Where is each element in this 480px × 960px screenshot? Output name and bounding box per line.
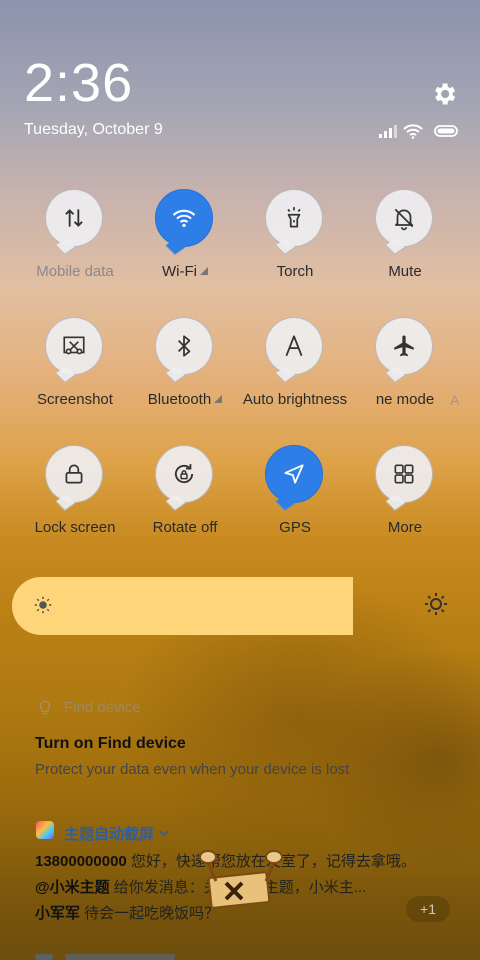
next-notification-peek — [35, 946, 195, 960]
signal-icon — [379, 125, 397, 138]
tile-torch[interactable]: Torch — [240, 189, 350, 305]
mute-button[interactable] — [375, 189, 433, 247]
date-label: Tuesday, October 9 — [24, 121, 163, 138]
bluetooth-button[interactable] — [155, 317, 213, 375]
airplane-icon — [394, 335, 414, 357]
rotate-lock-icon — [174, 464, 194, 484]
lock-screen-button[interactable] — [45, 445, 103, 503]
notification-title[interactable]: Turn on Find device — [35, 735, 186, 753]
brightness-slider[interactable] — [12, 577, 353, 635]
scissors-icon — [63, 336, 85, 355]
wifi-icon — [172, 209, 196, 227]
grid-icon — [394, 464, 414, 484]
screenshot-button[interactable] — [45, 317, 103, 375]
theme-app-icon — [36, 821, 54, 839]
tile-wifi[interactable]: Wi-Fi — [130, 189, 240, 305]
tile-rotate[interactable]: Rotate off — [130, 445, 240, 561]
tile-gps[interactable]: GPS — [240, 445, 350, 561]
rotate-button[interactable] — [155, 445, 213, 503]
auto-brightness-icon — [285, 335, 303, 357]
auto-brightness-button[interactable] — [265, 317, 323, 375]
notification-app-name: Find device — [64, 699, 141, 716]
bluetooth-icon — [177, 335, 191, 357]
lock-icon — [65, 464, 83, 484]
data-arrows-icon — [65, 209, 83, 227]
caret-icon — [214, 395, 223, 403]
tile-bluetooth[interactable]: Bluetooth — [130, 317, 240, 433]
gps-toggle-button[interactable] — [265, 445, 323, 503]
wifi-icon — [403, 124, 423, 139]
more-button[interactable] — [375, 445, 433, 503]
caret-icon — [199, 267, 208, 275]
tile-screenshot[interactable]: Screenshot — [20, 317, 130, 433]
sun-large-icon — [425, 593, 447, 615]
lightbulb-icon — [39, 700, 51, 715]
tile-more[interactable]: More — [350, 445, 460, 561]
mobile-data-button[interactable] — [45, 189, 103, 247]
tile-mute[interactable]: Mute — [350, 189, 460, 305]
message-line[interactable]: 小军军 待会一起吃晚饭吗？ — [35, 902, 219, 923]
bell-off-icon — [394, 208, 414, 231]
wifi-toggle-button[interactable] — [155, 189, 213, 247]
notification-body[interactable]: Protect your data even when your device … — [35, 761, 349, 778]
floating-sticker-icon[interactable] — [196, 845, 286, 915]
tile-auto-brightness[interactable]: Auto brightness — [240, 317, 350, 433]
tile-mobile-data[interactable]: Mobile data — [20, 189, 130, 305]
battery-icon — [434, 125, 458, 137]
next-page-hint: A — [450, 392, 460, 408]
tile-airplane-mode[interactable]: ne mode — [350, 317, 460, 433]
tile-lock-screen[interactable]: Lock screen — [20, 445, 130, 561]
sun-small-icon — [34, 596, 52, 614]
torch-icon — [287, 207, 301, 228]
airplane-mode-button[interactable] — [375, 317, 433, 375]
tile-label: Mute — [388, 263, 422, 280]
more-count-badge[interactable]: +1 — [406, 896, 450, 922]
gear-icon[interactable] — [430, 80, 458, 108]
chevron-down-icon[interactable] — [158, 828, 170, 838]
clock-time: 2:36 — [24, 53, 134, 113]
navigation-icon — [284, 464, 304, 484]
torch-button[interactable] — [265, 189, 323, 247]
notification-app-name[interactable]: 主题自动截屏 — [64, 823, 170, 844]
tile-label: More — [387, 519, 423, 536]
